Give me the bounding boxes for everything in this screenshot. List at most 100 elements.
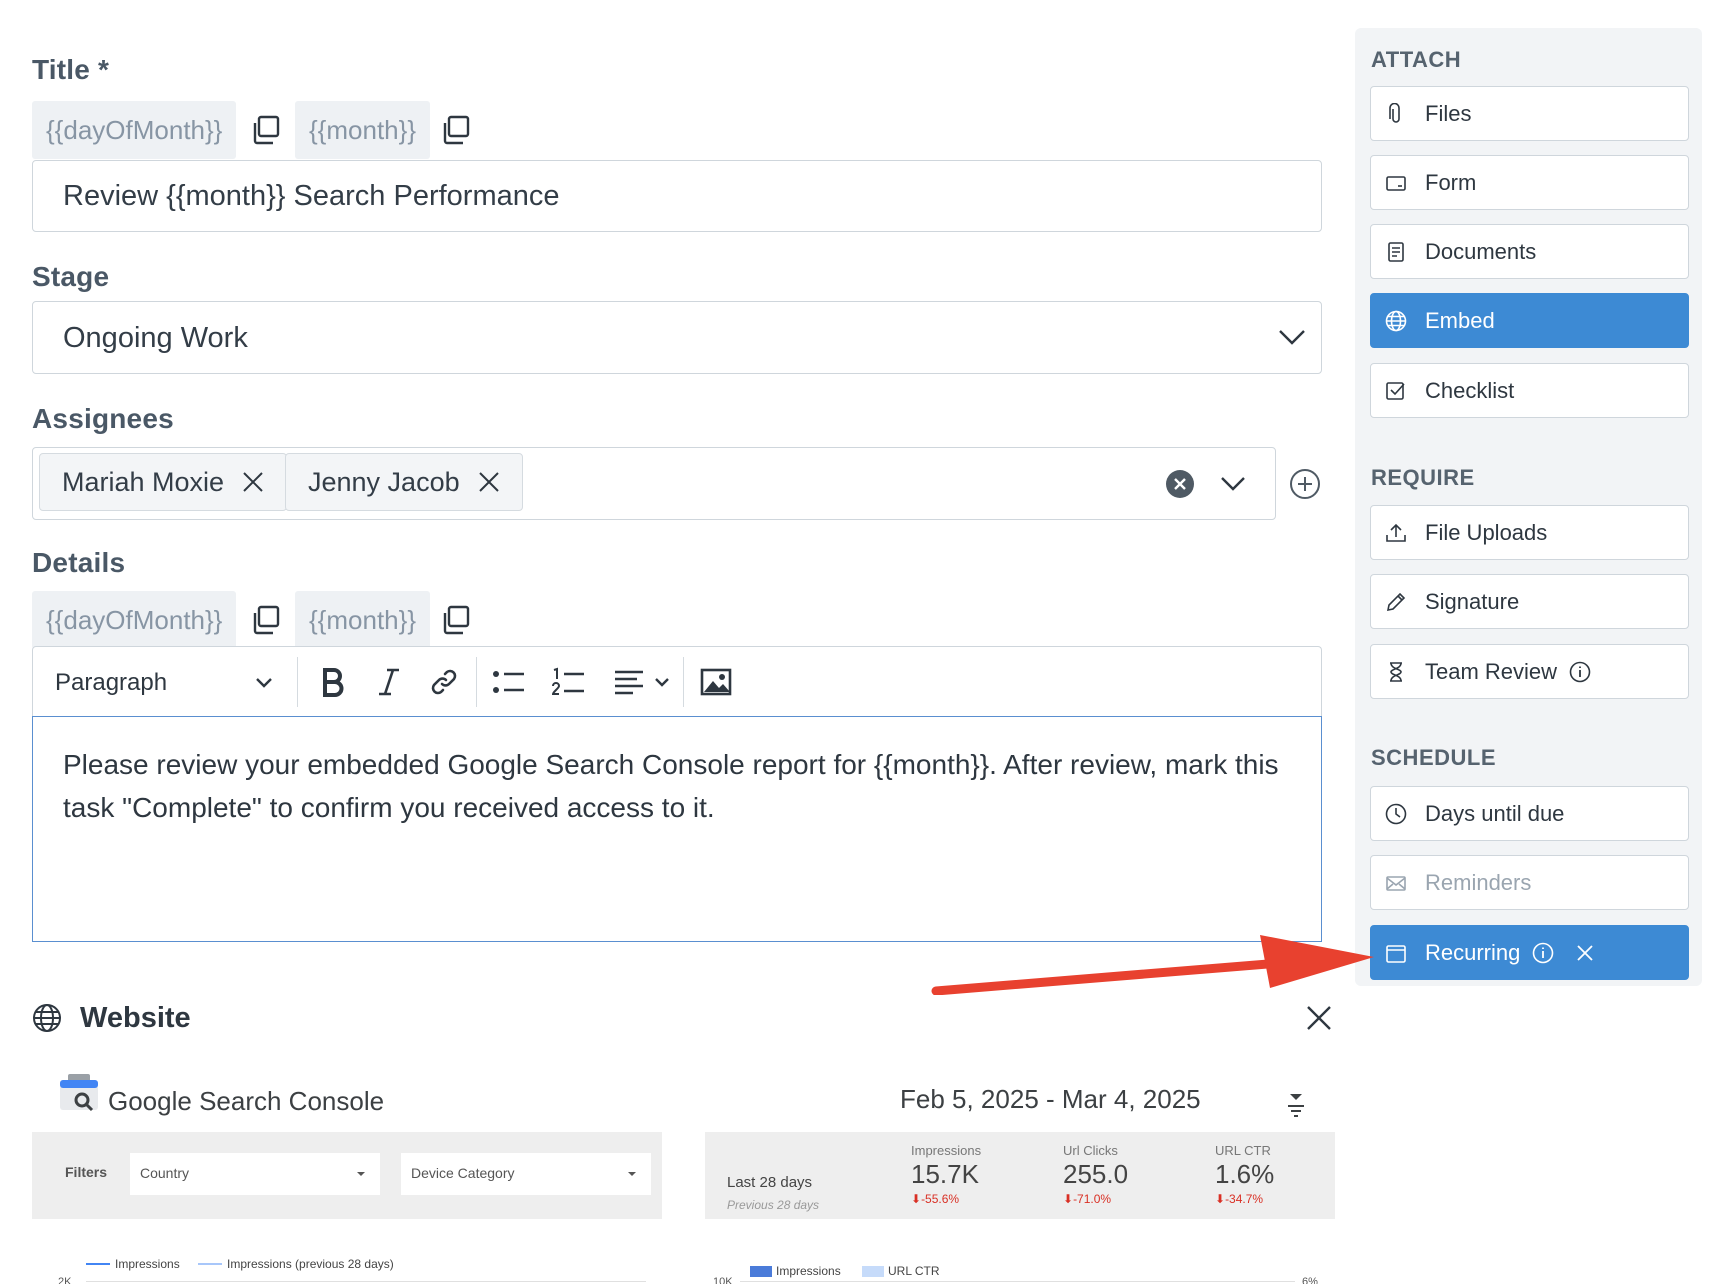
variable-chip-month[interactable]: {{month}}: [295, 101, 430, 159]
bold-button[interactable]: [315, 664, 351, 700]
italic-icon: [379, 668, 399, 696]
title-input[interactable]: Review {{month}} Search Performance: [32, 160, 1322, 232]
form-icon: [1386, 175, 1406, 191]
variable-chip-day-of-month[interactable]: {{dayOfMonth}}: [32, 591, 237, 649]
country-filter-label: Country: [140, 1165, 190, 1181]
caret-down-icon: [628, 1172, 636, 1176]
toolbar-divider: [476, 657, 477, 707]
variable-chip-day-of-month[interactable]: {{dayOfMonth}}: [32, 101, 237, 159]
attach-embed-button[interactable]: Embed: [1370, 293, 1689, 348]
stage-select-value: Ongoing Work: [63, 322, 248, 354]
legend-label: URL CTR: [888, 1264, 940, 1278]
legend-swatch-url-ctr: [862, 1266, 884, 1277]
legend-swatch-impressions-previous: [198, 1263, 222, 1265]
block-type-select[interactable]: Paragraph: [33, 647, 298, 717]
copy-icon[interactable]: [440, 605, 470, 635]
hourglass-icon: [1390, 661, 1402, 682]
metric-delta: ⬇-34.7%: [1215, 1192, 1264, 1206]
metric-value: 255.0: [1063, 1159, 1129, 1189]
attach-checklist-button[interactable]: Checklist: [1370, 363, 1689, 418]
attach-checklist-label: Checklist: [1425, 377, 1515, 403]
metric-label: Url Clicks: [1063, 1143, 1118, 1158]
add-assignee-icon[interactable]: [1289, 468, 1321, 500]
toolbar-divider: [683, 657, 684, 707]
remove-icon[interactable]: [242, 471, 264, 493]
attach-form-button[interactable]: Form: [1370, 155, 1689, 210]
info-icon[interactable]: [1532, 942, 1554, 964]
report-filters-bar: Filters Country Device Category: [32, 1132, 662, 1219]
device-filter-select[interactable]: Device Category: [401, 1153, 651, 1195]
report-date-range[interactable]: Feb 5, 2025 - Mar 4, 2025: [900, 1084, 1201, 1115]
block-type-value: Paragraph: [55, 669, 168, 696]
filter-icon[interactable]: [1286, 1092, 1306, 1120]
axis-tick-label: 6%: [1302, 1276, 1318, 1284]
schedule-days-until-due-button[interactable]: Days until due: [1370, 786, 1689, 841]
remove-icon[interactable]: [1576, 944, 1594, 962]
globe-icon: [1385, 310, 1407, 331]
assignees-label: Assignees: [32, 403, 174, 434]
clock-icon: [1385, 803, 1407, 824]
attach-documents-button[interactable]: Documents: [1370, 224, 1689, 279]
schedule-reminders-label: Reminders: [1425, 869, 1532, 895]
remove-icon[interactable]: [478, 471, 500, 493]
country-filter-select[interactable]: Country: [130, 1153, 380, 1195]
gridline: [740, 1281, 1295, 1282]
checklist-icon: [1386, 381, 1405, 400]
axis-tick-label: 10K: [713, 1276, 733, 1284]
attach-heading: ATTACH: [1371, 47, 1462, 72]
attach-files-button[interactable]: Files: [1370, 86, 1689, 141]
require-team-review-button[interactable]: Team Review: [1370, 644, 1689, 699]
chevron-down-icon: [256, 678, 272, 688]
schedule-days-until-due-label: Days until due: [1425, 800, 1565, 826]
attach-files-label: Files: [1425, 100, 1472, 126]
chevron-down-icon: [1279, 330, 1305, 345]
report-name: Google Search Console: [108, 1086, 385, 1116]
attach-documents-label: Documents: [1425, 238, 1537, 264]
editor-toolbar: Paragraph: [32, 646, 1322, 716]
require-signature-label: Signature: [1425, 588, 1520, 614]
legend-label: Impressions (previous 28 days): [227, 1257, 394, 1271]
legend-label: Impressions: [776, 1264, 841, 1278]
annotation-arrow-icon: [931, 935, 1374, 995]
stage-label: Stage: [32, 261, 110, 292]
schedule-recurring-button[interactable]: Recurring: [1370, 925, 1689, 980]
clear-all-icon[interactable]: [1165, 469, 1195, 499]
assignees-select[interactable]: Mariah Moxie Jenny Jacob: [32, 447, 1276, 520]
link-button[interactable]: [426, 664, 462, 700]
globe-icon: [33, 1004, 61, 1032]
filters-label: Filters: [65, 1164, 108, 1180]
insert-image-button[interactable]: [698, 664, 734, 700]
legend-swatch-impressions: [86, 1263, 110, 1265]
italic-button[interactable]: [371, 664, 407, 700]
schedule-heading: SCHEDULE: [1371, 745, 1497, 770]
bullet-list-icon: [493, 671, 524, 693]
require-signature-button[interactable]: Signature: [1370, 574, 1689, 629]
copy-icon[interactable]: [440, 115, 470, 145]
period-sub-label: Previous 28 days: [727, 1198, 820, 1212]
copy-icon[interactable]: [250, 115, 280, 145]
bullet-list-button[interactable]: [491, 664, 527, 700]
close-icon[interactable]: [1306, 1005, 1332, 1031]
schedule-reminders-button[interactable]: Reminders: [1370, 855, 1689, 910]
legend-swatch-impressions: [750, 1266, 772, 1277]
stage-select[interactable]: Ongoing Work: [32, 301, 1322, 374]
variable-chip-month[interactable]: {{month}}: [295, 591, 430, 649]
chevron-down-icon[interactable]: [1220, 476, 1246, 492]
assignee-tag-label: Mariah Moxie: [62, 466, 225, 497]
copy-icon[interactable]: [250, 605, 280, 635]
require-file-uploads-button[interactable]: File Uploads: [1370, 505, 1689, 560]
info-icon[interactable]: [1569, 661, 1591, 683]
numbered-list-button[interactable]: [551, 664, 587, 700]
document-icon: [1388, 241, 1404, 262]
require-heading: REQUIRE: [1371, 465, 1475, 490]
upload-icon: [1386, 523, 1406, 542]
title-label: Title *: [32, 54, 110, 85]
calendar-icon: [1386, 944, 1406, 963]
legend-label: Impressions: [115, 1257, 180, 1271]
paperclip-icon: [1389, 102, 1400, 123]
details-editor[interactable]: Please review your embedded Google Searc…: [32, 716, 1322, 942]
align-button[interactable]: [613, 664, 673, 700]
assignee-tag: Jenny Jacob: [285, 453, 523, 511]
metric-label: Impressions: [911, 1143, 982, 1158]
metric-delta: ⬇-71.0%: [1063, 1192, 1112, 1206]
